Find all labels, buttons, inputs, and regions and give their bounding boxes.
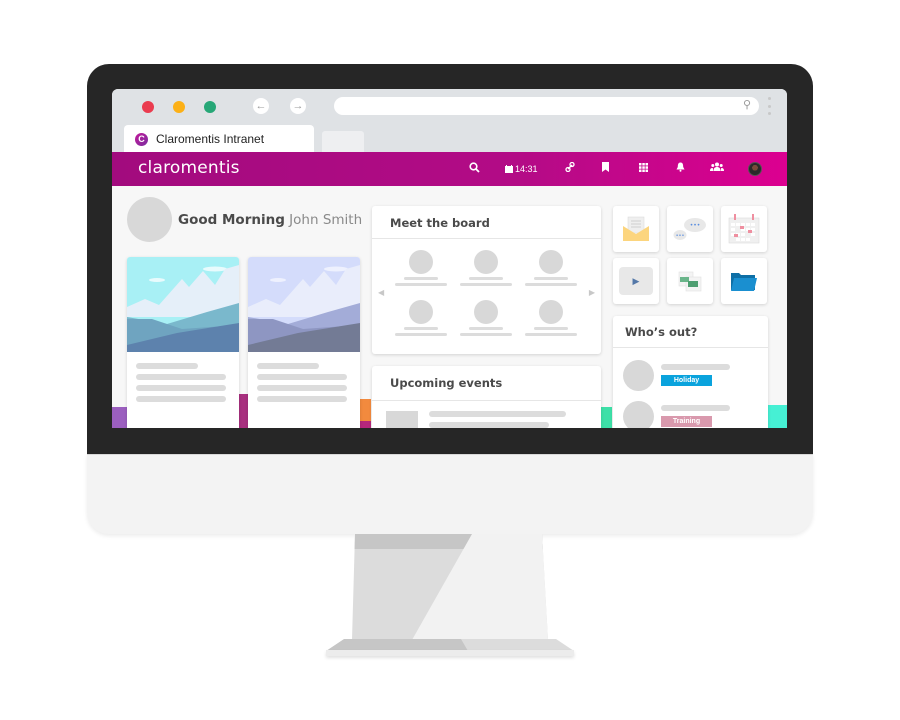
browser-tab-active[interactable]: C Claromentis Intranet xyxy=(124,125,314,153)
board-member[interactable] xyxy=(525,250,577,290)
person-avatar xyxy=(623,360,654,391)
tile-video[interactable]: ▶ xyxy=(613,258,659,304)
tab-title: Claromentis Intranet xyxy=(156,132,265,146)
profile-avatar[interactable] xyxy=(127,197,172,242)
carousel-prev-icon[interactable]: ◀ xyxy=(378,288,384,297)
event-thumbnail xyxy=(386,411,418,428)
person-avatar xyxy=(623,401,654,428)
forward-arrow-icon[interactable]: → xyxy=(290,98,306,114)
bookmark-icon[interactable] xyxy=(602,162,609,176)
app-logo[interactable]: claromentis xyxy=(138,158,240,178)
people-icon[interactable] xyxy=(710,162,724,176)
board-member[interactable] xyxy=(395,300,447,340)
svg-text:•••: ••• xyxy=(690,222,701,229)
tile-documents[interactable] xyxy=(667,258,713,304)
folder-icon xyxy=(731,273,757,291)
address-bar[interactable]: ⚲ xyxy=(334,97,759,115)
chat-icon: ••• ••• xyxy=(673,218,706,240)
bell-icon[interactable] xyxy=(676,162,685,176)
board-member[interactable] xyxy=(460,250,512,290)
monitor-stand-neck xyxy=(352,534,548,640)
calendar-clock-button[interactable]: 14:31 xyxy=(505,162,538,176)
board-member[interactable] xyxy=(525,300,577,340)
greeting-hello: Good Morning xyxy=(178,212,285,228)
calendar-icon xyxy=(728,214,760,244)
whos-out-panel: Who’s out? Holiday Training xyxy=(613,316,768,428)
calendar-icon xyxy=(505,165,513,173)
user-avatar[interactable] xyxy=(748,162,762,176)
monitor-mockup: ← → ⚲ C Claromentis Intranet claromentis… xyxy=(0,0,900,720)
news-card[interactable] xyxy=(248,257,360,428)
search-icon[interactable]: ⚲ xyxy=(743,98,751,111)
status-badge: Holiday xyxy=(661,375,712,386)
decorative-shape xyxy=(767,405,787,428)
meet-the-board-panel: Meet the board ◀ ▶ xyxy=(372,206,601,354)
carousel-next-icon[interactable]: ▶ xyxy=(589,288,595,297)
browser-tab-new[interactable] xyxy=(322,131,364,153)
board-member[interactable] xyxy=(395,250,447,290)
mountain-image xyxy=(127,257,239,352)
link-icon[interactable] xyxy=(565,161,575,177)
maximize-window-button[interactable] xyxy=(204,101,216,113)
browser-chrome: ← → ⚲ C Claromentis Intranet xyxy=(112,89,787,153)
tile-calendar[interactable] xyxy=(721,206,767,252)
documents-icon xyxy=(678,271,702,292)
monitor-chin xyxy=(87,454,813,534)
greeting: Good Morning John Smith xyxy=(178,212,362,228)
search-icon[interactable] xyxy=(469,162,480,177)
tile-folder[interactable] xyxy=(721,258,767,304)
video-player-icon: ▶ xyxy=(619,267,653,295)
back-arrow-icon[interactable]: ← xyxy=(253,98,269,114)
app-header: claromentis 14:31 xyxy=(112,152,787,186)
apps-grid-icon[interactable] xyxy=(639,162,648,176)
panel-title: Meet the board xyxy=(390,216,490,230)
browser-menu-icon[interactable] xyxy=(768,97,772,115)
decorative-shape xyxy=(359,421,371,428)
close-window-button[interactable] xyxy=(142,101,154,113)
minimize-window-button[interactable] xyxy=(173,101,185,113)
panel-title: Who’s out? xyxy=(625,325,698,339)
panel-title: Upcoming events xyxy=(390,376,503,390)
claromentis-favicon-icon: C xyxy=(135,132,148,146)
news-card[interactable] xyxy=(127,257,239,428)
monitor-stand-foot xyxy=(326,650,574,656)
tile-chat[interactable]: ••• ••• xyxy=(667,206,713,252)
play-icon: ▶ xyxy=(632,275,640,286)
board-member[interactable] xyxy=(460,300,512,340)
upcoming-events-panel: Upcoming events xyxy=(372,366,601,428)
clock-time: 14:31 xyxy=(515,164,538,174)
svg-text:•••: ••• xyxy=(676,233,685,239)
greeting-user-name: John Smith xyxy=(289,212,363,228)
tile-mail[interactable] xyxy=(613,206,659,252)
screen: ← → ⚲ C Claromentis Intranet claromentis… xyxy=(112,89,787,428)
status-badge: Training xyxy=(661,416,712,427)
decorative-shape xyxy=(600,407,612,428)
mountain-image xyxy=(248,257,360,352)
mail-icon xyxy=(623,216,649,241)
